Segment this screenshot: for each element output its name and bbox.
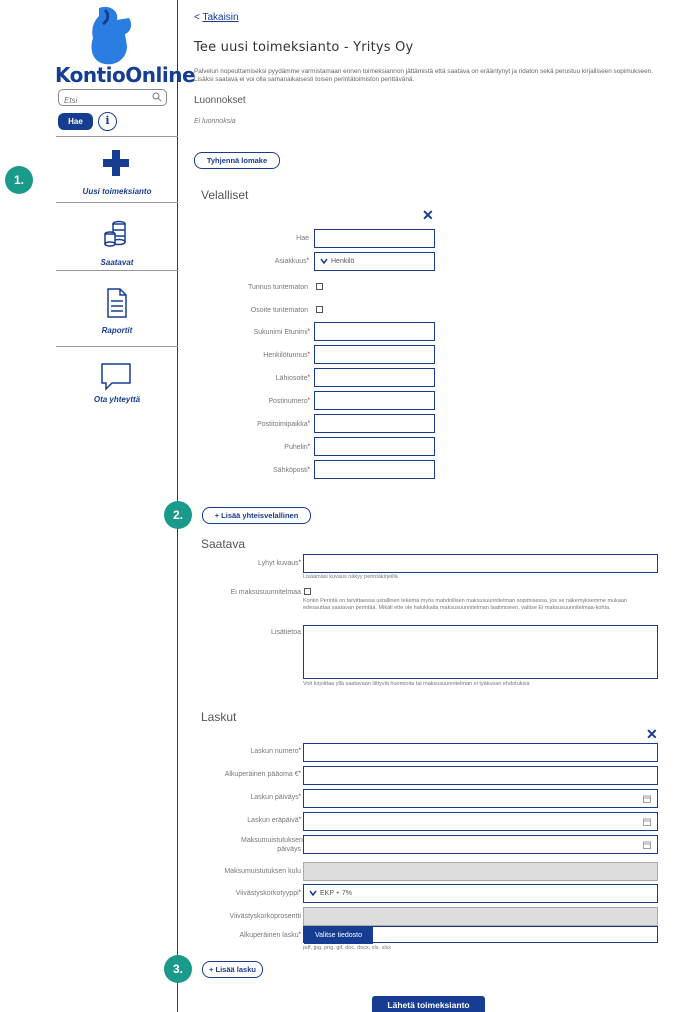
invoices-heading: Laskut	[201, 710, 237, 724]
info-icon[interactable]: i	[98, 112, 117, 131]
drafts-heading: Luonnokset	[194, 95, 246, 106]
choose-file-button[interactable]: Valitse tiedosto	[304, 927, 373, 944]
principal-input[interactable]	[303, 766, 658, 785]
remove-invoice-icon[interactable]: ✕	[646, 726, 658, 743]
ssn-input[interactable]	[314, 345, 435, 364]
logo-text: KontioOnline	[55, 63, 196, 87]
nav-item-contact[interactable]: Ota yhteyttä	[56, 346, 178, 416]
chevron-down-icon	[309, 890, 317, 897]
label-notes: Lisätietoa	[271, 629, 301, 636]
label-phone: Puhelin*	[284, 444, 310, 451]
label-city: Postitoimipaikka*	[257, 421, 310, 428]
city-input[interactable]	[314, 414, 435, 433]
label-interest-percent: Viivästyskorkoprosentti	[229, 913, 301, 920]
chat-icon	[101, 363, 131, 391]
search-icon	[152, 92, 162, 102]
postcode-input[interactable]	[314, 391, 435, 410]
phone-input[interactable]	[314, 437, 435, 456]
coins-icon	[104, 220, 126, 247]
due-date-input[interactable]	[303, 812, 658, 831]
interest-type-select[interactable]: EKP + 7%	[303, 884, 658, 903]
calendar-icon[interactable]	[643, 818, 651, 826]
notes-textarea[interactable]	[303, 625, 658, 679]
label-no-plan: Ei maksusuunnitelmaa	[230, 589, 301, 596]
debtor-search-input[interactable]	[314, 229, 435, 248]
remove-debtor-icon[interactable]: ✕	[422, 207, 434, 224]
label-reminder-fee: Maksumuistutuksen kulu	[224, 868, 301, 875]
label-invoice-date: Laskun päiväys*	[250, 794, 301, 801]
file-types-help: pdf, jpg, png, gif, doc, docx, xls, xlsx	[303, 945, 392, 951]
label-principal: Alkuperäinen pääoma €*	[224, 771, 301, 778]
search-input[interactable]	[59, 93, 149, 108]
step-badge-1: 1.	[5, 166, 33, 194]
back-link-text: Takaisin	[202, 12, 239, 23]
label-email: Sähköposti*	[273, 467, 310, 474]
add-invoice-button[interactable]: + Lisää lasku	[202, 961, 263, 978]
nav-label: Uusi toimeksianto	[82, 187, 152, 196]
label-due-date: Laskun eräpäivä*	[247, 817, 301, 824]
plus-icon	[103, 150, 129, 176]
label-original-invoice: Alkuperäinen lasku*	[239, 932, 302, 939]
name-input[interactable]	[314, 322, 435, 341]
calendar-icon[interactable]	[643, 841, 651, 849]
label-name: Sukunimi Etunimi*	[253, 329, 310, 336]
label-address-unknown: Osoite tuntematon	[250, 307, 308, 314]
label-customer-type: Asiakkuus*	[274, 258, 309, 265]
customer-type-value: Henkilö	[331, 258, 355, 265]
label-search: Hae	[296, 235, 309, 242]
no-plan-help: Kontio Perintä on tarvittaessa ustalline…	[303, 598, 628, 611]
page-title: Tee uusi toimeksianto - Yritys Oy	[194, 40, 414, 55]
back-arrow: <	[194, 12, 200, 23]
label-id-unknown: Tunnus tuntematon	[247, 284, 308, 291]
label-ssn: Henkilötunnus*	[263, 352, 310, 359]
main-content: < Takaisin Tee uusi toimeksianto - Yrity…	[179, 0, 678, 1012]
short-desc-input[interactable]	[303, 554, 658, 573]
invoice-date-input[interactable]	[303, 789, 658, 808]
email-input[interactable]	[314, 460, 435, 479]
nav-item-new-order[interactable]: Uusi toimeksianto	[56, 136, 178, 202]
nav-item-reports[interactable]: Raportit	[56, 270, 178, 346]
back-link[interactable]: < Takaisin	[194, 12, 239, 23]
submit-button[interactable]: Lähetä toimeksianto	[372, 996, 485, 1012]
debtors-heading: Velalliset	[201, 188, 249, 202]
reminder-fee-input	[303, 862, 658, 881]
intro-text: Palvelun nopeuttamiseksi pyydämme varmis…	[194, 68, 653, 83]
label-invoice-number: Laskun numero*	[250, 748, 301, 755]
chevron-down-icon	[320, 258, 328, 265]
clear-form-button[interactable]: Tyhjennä lomake	[194, 152, 280, 169]
label-short-desc: Lyhyt kuvaus*	[258, 560, 301, 567]
nav-label: Ota yhteyttä	[93, 395, 141, 404]
nav-label: Saatavat	[100, 258, 134, 267]
reminder-date-input[interactable]	[303, 835, 658, 854]
bear-logo-icon	[91, 6, 132, 65]
customer-type-select[interactable]: Henkilö	[314, 252, 435, 271]
nav-item-receivables[interactable]: Saatavat	[56, 202, 178, 270]
search-button[interactable]: Hae	[58, 113, 93, 130]
notes-help: Voit kirjoittaa yllä saatavaan liittyviä…	[303, 681, 530, 687]
interest-type-value: EKP + 7%	[320, 890, 352, 897]
label-reminder-date: Maksumuistutuksen päiväys	[241, 837, 303, 853]
original-invoice-file: Valitse tiedosto	[303, 926, 658, 944]
label-street: Lähiosoite*	[275, 375, 310, 382]
short-desc-help: Lisäämäsi kuvaus näkyy perintäkirjeillä	[303, 574, 398, 580]
no-plan-checkbox[interactable]	[304, 588, 311, 595]
sidebar: KontioOnline Hae i Uusi toimeksianto	[0, 0, 196, 1012]
street-input[interactable]	[314, 368, 435, 387]
nav-label: Raportit	[101, 326, 133, 335]
add-co-debtor-button[interactable]: + Lisää yhteisvelallinen	[202, 507, 311, 524]
address-unknown-checkbox[interactable]	[316, 306, 323, 313]
invoice-number-input[interactable]	[303, 743, 658, 762]
document-icon	[107, 288, 127, 318]
label-interest-type: Viivästyskorkotyyppi*	[235, 890, 301, 897]
id-unknown-checkbox[interactable]	[316, 283, 323, 290]
drafts-empty-text: Ei luonnoksia	[194, 118, 236, 125]
label-postcode: Postinumero*	[268, 398, 310, 405]
interest-percent-input	[303, 907, 658, 926]
calendar-icon[interactable]	[643, 795, 651, 803]
search-box	[58, 89, 167, 108]
receivable-heading: Saatava	[201, 537, 246, 551]
